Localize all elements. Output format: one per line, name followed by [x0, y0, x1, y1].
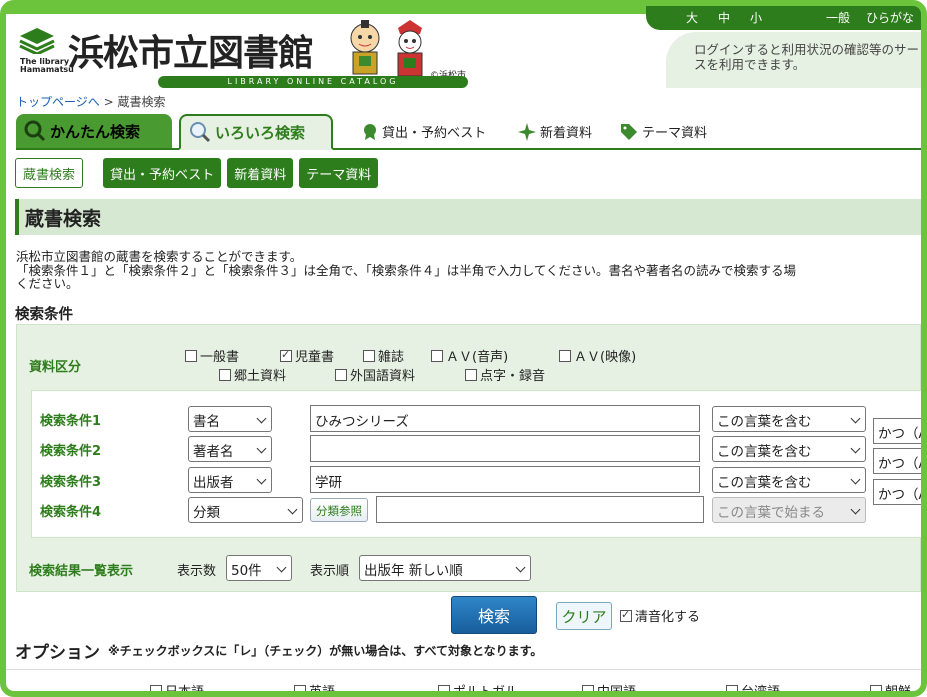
options-note: ※チェックボックスに「レ」（チェック）が無い場合は、すべて対象となります。 — [108, 644, 543, 658]
font-size-selector: 大 中 小 — [686, 9, 762, 26]
language-checkbox-korean[interactable]: 朝鮮 — [870, 681, 911, 697]
tab-simple-search[interactable]: かんたん検索 — [16, 114, 172, 148]
condition-4-match-select: この言葉で始まる — [712, 497, 866, 523]
results-count-label: 表示数 — [177, 564, 217, 579]
material-checkbox-magazine[interactable]: 雑誌 — [363, 346, 404, 365]
page-title: 蔵書検索 — [15, 199, 921, 235]
condition-1-match-select[interactable]: この言葉を含む — [712, 406, 866, 432]
section-title: 検索条件 — [15, 307, 73, 323]
subnav-collection-search[interactable]: 蔵書検索 — [15, 158, 84, 188]
breadcrumb: トップページへ > 蔵書検索 — [16, 93, 166, 110]
tab-various-search[interactable]: いろいろ検索 — [179, 114, 333, 150]
voiced-normalize-checkbox[interactable]: 清音化する — [620, 606, 700, 625]
subnav-best[interactable]: 貸出・予約ベスト — [103, 158, 222, 188]
page-description: 浜松市立図書館の蔵書を検索することができます。 「検索条件１」と「検索条件２」と… — [16, 249, 797, 291]
condition-2-field-select[interactable]: 著者名 — [188, 436, 272, 462]
language-checkbox-japanese[interactable]: 日本語 — [150, 681, 204, 697]
search-button[interactable]: 検索 — [451, 596, 537, 634]
magnifier-detail-icon — [190, 122, 211, 143]
breadcrumb-home-link[interactable]: トップページへ — [16, 95, 100, 109]
results-order-label: 表示順 — [310, 564, 350, 579]
material-checkbox-general[interactable]: 一般書 — [185, 346, 239, 365]
tab-link-theme[interactable]: テーマ資料 — [620, 122, 707, 141]
sub-navigation: 蔵書検索 貸出・予約ベスト 新着資料 テーマ資料 — [15, 158, 379, 188]
condition-2-match-select[interactable]: この言葉を含む — [712, 436, 866, 462]
language-checkbox-taiwanese[interactable]: 台湾語 — [726, 681, 780, 697]
condition-1-label: 検索条件1 — [40, 414, 102, 429]
condition-4-input[interactable] — [376, 496, 704, 523]
condition-4-label: 検索条件4 — [40, 505, 102, 520]
condition-1-field-select[interactable]: 書名 — [188, 406, 272, 432]
material-label: 資料区分 — [29, 360, 82, 375]
material-checkbox-braille[interactable]: 点字・録音 — [465, 365, 545, 384]
logo-subtitle: LIBRARY ONLINE CATALOG — [158, 76, 468, 88]
results-count-select[interactable]: 50件 — [226, 555, 292, 581]
display-mode-selector: 一般 ひらがな — [826, 9, 914, 26]
breadcrumb-separator: > — [103, 95, 114, 109]
results-order-select[interactable]: 出版年 新しい順 — [359, 555, 531, 581]
language-checkbox-portuguese[interactable]: ポルトガル — [438, 681, 518, 697]
material-checkbox-av-audio[interactable]: ＡＶ(音声) — [431, 346, 508, 365]
site-header: 大 中 小 一般 ひらがな ログインすると利用状況の確認等のサービスを利用できま… — [6, 6, 921, 88]
mascot-ieyasu-icon — [350, 20, 380, 75]
language-options: 日本語 英語 ポルトガル 中国語 台湾語 朝鮮 — [6, 669, 921, 697]
condition-2-label: 検索条件2 — [40, 444, 102, 459]
font-size-large[interactable]: 大 — [686, 9, 698, 26]
sparkle-icon — [518, 122, 536, 141]
tab-link-best[interactable]: 貸出・予約ベスト — [362, 122, 486, 141]
condition-3-input[interactable]: 学研 — [310, 466, 700, 493]
classification-reference-button[interactable]: 分類参照 — [310, 498, 368, 522]
condition-3-label: 検索条件3 — [40, 475, 102, 490]
material-checkbox-av-video[interactable]: ＡＶ(映像) — [559, 346, 636, 365]
condition-2-input[interactable] — [310, 435, 700, 462]
display-mode-hiragana[interactable]: ひらがな — [866, 9, 914, 26]
display-mode-general[interactable]: 一般 — [826, 9, 850, 26]
site-logo[interactable]: The library Hamamatsu 浜松市立図書館 ©浜松市 LIBRA… — [18, 20, 470, 92]
font-size-medium[interactable]: 中 — [718, 9, 730, 26]
language-checkbox-english[interactable]: 英語 — [294, 681, 335, 697]
mascot-naotora-icon — [397, 20, 423, 77]
ribbon-icon — [364, 123, 376, 140]
material-checkbox-local[interactable]: 郷土資料 — [219, 365, 286, 384]
login-notice: ログインすると利用状況の確認等のサービスを利用できます。 — [666, 32, 921, 88]
material-checkbox-children[interactable]: 児童書 — [280, 346, 334, 365]
search-conditions-panel: 資料区分 一般書 児童書 雑誌 ＡＶ(音声) ＡＶ(映像) 郷土資料 外国語資料… — [16, 324, 921, 592]
condition-2-join-select[interactable]: かつ（A — [873, 448, 921, 474]
logo-english: The library Hamamatsu — [20, 57, 74, 74]
logo-title: 浜松市立図書館 — [68, 32, 314, 74]
subnav-theme[interactable]: テーマ資料 — [299, 158, 379, 188]
condition-3-field-select[interactable]: 出版者 — [188, 467, 272, 493]
condition-1-input[interactable]: ひみつシリーズ — [310, 405, 700, 432]
book-logo-icon — [19, 28, 55, 54]
language-checkbox-chinese[interactable]: 中国語 — [582, 681, 636, 697]
subnav-new[interactable]: 新着資料 — [227, 158, 294, 188]
conditions-box: 検索条件1 書名 ひみつシリーズ この言葉を含む かつ（A 検索条件2 著者名 … — [31, 390, 921, 538]
font-size-small[interactable]: 小 — [750, 9, 762, 26]
magnifier-icon — [24, 120, 46, 142]
material-checkbox-foreign[interactable]: 外国語資料 — [335, 365, 415, 384]
tab-link-new[interactable]: 新着資料 — [518, 122, 592, 141]
results-display-label: 検索結果一覧表示 — [29, 564, 134, 579]
condition-3-join-select[interactable]: かつ（A — [873, 479, 921, 505]
search-tabs: かんたん検索 いろいろ検索 貸出・予約ベスト 新着資料 テーマ資料 — [16, 114, 921, 150]
clear-button[interactable]: クリア — [556, 602, 612, 630]
options-title: オプション — [15, 643, 100, 663]
condition-4-field-select[interactable]: 分類 — [188, 497, 303, 523]
condition-3-match-select[interactable]: この言葉を含む — [712, 467, 866, 493]
tag-icon — [621, 123, 637, 140]
breadcrumb-current: 蔵書検索 — [117, 95, 166, 109]
condition-1-join-select[interactable]: かつ（A — [873, 418, 921, 444]
